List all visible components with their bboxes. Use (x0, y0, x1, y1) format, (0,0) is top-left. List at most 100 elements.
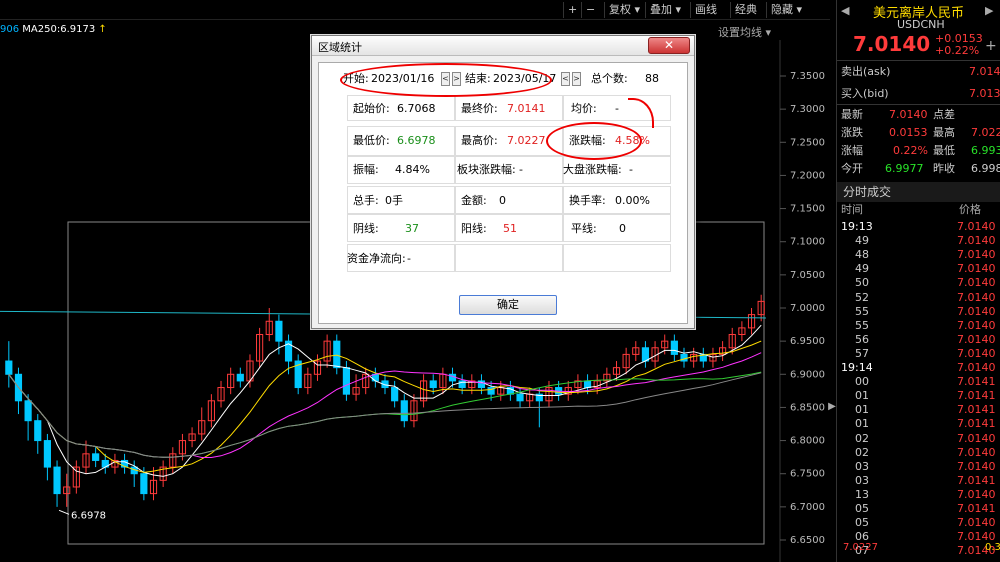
tape-price: 7.0140 (957, 445, 996, 459)
tape-row: 57 7.0140 (837, 347, 1000, 361)
candle-body (429, 380, 437, 389)
low-price-label: 最低价: (353, 134, 390, 147)
end-prev-button[interactable]: < (561, 72, 570, 86)
tape-row: 02 7.0140 (837, 446, 1000, 460)
price-change-pct: +0.22% (935, 44, 980, 57)
low-label: 最低 (933, 144, 955, 157)
add-watchlist-button[interactable]: + (985, 38, 997, 54)
tape-time: 19:14 (841, 361, 873, 374)
turnover-label: 换手率: (569, 194, 606, 207)
tape-time: 00 (855, 375, 869, 389)
tape-price: 7.0140 (957, 248, 996, 262)
tape-row: 19:13 7.0140 (837, 220, 1000, 234)
bid-value: 7.013 (969, 87, 1000, 100)
candle-body (5, 360, 13, 375)
candle-body (583, 380, 592, 389)
prev-symbol-icon[interactable]: ◀ (841, 4, 849, 17)
bid-row: 买入(bid) 7.013 (841, 85, 1000, 103)
classic-button[interactable]: 经典 (730, 2, 761, 18)
candle-body (140, 473, 148, 495)
stat-cell (455, 244, 563, 272)
tape-time: 13 (855, 487, 869, 501)
up-arrow-icon: ↑ (98, 24, 107, 35)
low-price-value: 6.6978 (397, 134, 436, 147)
ma-indicator-label: 906 MA250:6.9173 ↑ (0, 24, 107, 35)
y-tick-label: 6.8000 (790, 436, 825, 447)
chg-label: 涨跌 (841, 126, 863, 139)
tape-price: 7.0140 (957, 332, 996, 346)
zoom-in-button[interactable]: + (563, 2, 581, 18)
next-symbol-icon[interactable]: ▶ (985, 4, 993, 17)
divider (837, 60, 1000, 61)
candle-body (275, 320, 283, 342)
tape-time: 03 (855, 459, 869, 473)
tape-price: 7.0141 (957, 417, 996, 431)
count-label: 总个数: (591, 72, 628, 85)
end-next-button[interactable]: > (572, 72, 581, 86)
chgpct-label: 涨幅 (841, 144, 863, 157)
draw-line-button[interactable]: 画线 (690, 2, 721, 18)
y-tick-label: 7.0000 (790, 303, 825, 314)
market-change-value: - (629, 163, 633, 176)
candle-body (342, 367, 351, 395)
close-icon[interactable]: ✕ (648, 37, 690, 54)
tape-time: 01 (855, 403, 869, 417)
tape-header[interactable]: 分时成交 (837, 182, 1000, 202)
count-value: 88 (645, 72, 659, 85)
tape-price: 7.0141 (957, 375, 996, 389)
volume-value: 0手 (385, 194, 403, 207)
open-row: 今开 6.9977 昨收 6.998 (841, 160, 1000, 178)
tape-row: 55 7.0140 (837, 319, 1000, 333)
tape-time: 52 (855, 290, 869, 304)
y-tick-label: 6.9500 (790, 336, 825, 347)
tape-price: 7.0140 (957, 262, 996, 276)
tape-row: 01 7.0141 (837, 417, 1000, 431)
ok-button[interactable]: 确定 (459, 295, 557, 315)
collapse-panel-handle[interactable]: ▶ (828, 392, 836, 422)
y-tick-label: 7.0500 (790, 270, 825, 281)
change-pct-row: 涨幅 0.22% 最低 6.993 (841, 142, 1000, 160)
tape-row: 50 7.0140 (837, 276, 1000, 290)
divider (837, 104, 1000, 105)
tape-price: 7.0140 (957, 431, 996, 445)
bottom-right-value: 0.34 (985, 542, 1000, 553)
avg-price-value: - (615, 102, 619, 115)
overlay-button[interactable]: 叠加 ▾ (645, 2, 685, 18)
zoom-out-button[interactable]: − (581, 2, 599, 18)
tape-row: 05 7.0141 (837, 502, 1000, 516)
close-price-label: 最终价: (461, 102, 498, 115)
flat-candles-label: 平线: (571, 222, 597, 235)
tape-row: 19:14 7.0140 (837, 361, 1000, 375)
volume-label: 总手: (353, 194, 379, 207)
ask-row: 卖出(ask) 7.014 (841, 63, 1000, 81)
tape-row: 05 7.0140 (837, 516, 1000, 530)
tape-row: 01 7.0141 (837, 403, 1000, 417)
amount-value: 0 (499, 194, 506, 207)
sector-change-value: - (519, 163, 523, 176)
tape-price: 7.0141 (957, 502, 996, 515)
settings-ma-button[interactable]: 设置均线 ▾ (718, 24, 771, 40)
down-candles-value: 37 (405, 222, 419, 235)
hide-button[interactable]: 隐藏 ▾ (766, 2, 806, 18)
amount-label: 金额: (461, 194, 487, 207)
bid-label: 买入(bid) (841, 87, 889, 100)
candle-body (34, 420, 42, 442)
dialog-titlebar[interactable]: 区域统计 ✕ (312, 36, 694, 56)
tape-time: 56 (855, 332, 869, 346)
tape-col-price: 价格 (959, 203, 981, 216)
tape-price: 7.0140 (957, 459, 996, 473)
tape-time: 01 (855, 389, 869, 403)
stat-cell (563, 244, 671, 272)
amplitude-label: 振幅: (353, 163, 379, 176)
tape-time: 49 (855, 234, 869, 248)
tape-row: 13 7.0140 (837, 488, 1000, 502)
adjust-button[interactable]: 复权 ▾ (604, 2, 644, 18)
candle-body (333, 340, 341, 369)
tape-price: 7.0141 (957, 473, 996, 487)
y-tick-label: 7.2500 (790, 137, 825, 148)
change-row: 涨跌 0.0153 最高 7.022 (841, 124, 1000, 142)
dialog-title: 区域统计 (318, 41, 362, 54)
amplitude-value: 4.84% (395, 163, 430, 176)
up-candles-value: 51 (503, 222, 517, 235)
high-label: 最高 (933, 126, 955, 139)
